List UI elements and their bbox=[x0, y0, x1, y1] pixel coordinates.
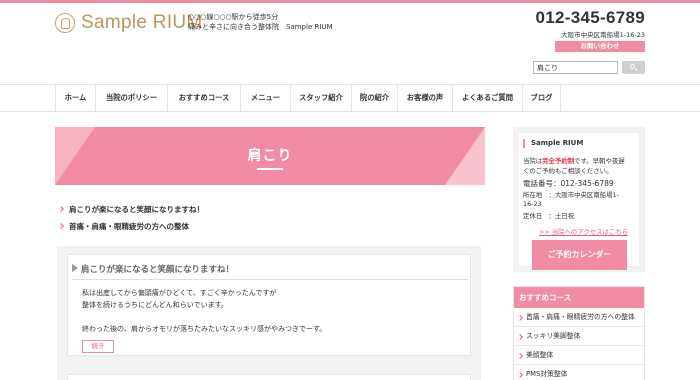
point-link-2[interactable]: 首痛・肩痛・眼精疲労の方への整体 bbox=[57, 218, 204, 235]
clinic-holiday: 定休日 ：土日祝 bbox=[523, 212, 575, 220]
recommend-item[interactable]: 首痛・肩痛・眼精疲労の方への整体 bbox=[514, 308, 644, 327]
top-accent-bar bbox=[0, 0, 700, 3]
nav-item-menu[interactable]: メニュー bbox=[241, 85, 291, 111]
clinic-address-1: 所在地 ：大阪市中央区南船場1- bbox=[523, 191, 619, 199]
nav-item-staff[interactable]: スタッフ紹介 bbox=[291, 85, 352, 111]
access-link[interactable]: >> 当院へのアクセスはこちら bbox=[539, 227, 628, 236]
nav-item-blog[interactable]: ブログ bbox=[523, 85, 561, 111]
search-icon bbox=[630, 64, 635, 69]
reservation-emphasis: 完全予約制 bbox=[542, 157, 575, 165]
recommend-item[interactable]: PMS対策整体 bbox=[514, 365, 644, 380]
nav-item-courses[interactable]: おすすめコース bbox=[168, 85, 241, 111]
article-card-next bbox=[67, 374, 471, 380]
tagline-line-1: ○○○線○○○駅から徒歩5分 bbox=[188, 13, 279, 21]
reservation-note-2: くのご予約もご相談ください。 bbox=[523, 167, 613, 175]
title-underline bbox=[257, 168, 283, 170]
nav-item-clinic[interactable]: 院の紹介 bbox=[352, 85, 398, 111]
nav-item-voices[interactable]: お客様の声 bbox=[398, 85, 453, 111]
search-button[interactable] bbox=[622, 61, 645, 74]
logo-text: Sample RIUM bbox=[81, 12, 203, 33]
global-nav: ホーム 当院のポリシー おすすめコース メニュー スタッフ紹介 院の紹介 お客様… bbox=[0, 84, 700, 112]
recommend-item[interactable]: 美顔整体 bbox=[514, 346, 644, 365]
header-address: 大阪市中央区南船場1-16-23 bbox=[561, 31, 645, 39]
nav-item-faq[interactable]: よくあるご質問 bbox=[453, 85, 523, 111]
reservation-calendar-button[interactable]: ご予約カレンダー bbox=[532, 240, 627, 270]
page-title-banner: 肩こり bbox=[55, 127, 485, 185]
divider bbox=[72, 279, 468, 280]
article-title: 肩こりが楽になると笑顔になりますね！ bbox=[72, 263, 234, 275]
point-list: 肩こりが楽になると笑顔になりますね！ 首痛・肩痛・眼精疲労の方への整体 bbox=[57, 201, 204, 235]
recommend-courses-box: おすすめコース 首痛・肩痛・眼精疲労の方への整体 スッキリ美脚整体 美顔整体 P… bbox=[513, 286, 645, 380]
reservation-note: 当院は完全予約制です。早朝や夜遅 bbox=[523, 157, 625, 165]
contact-button[interactable]: お問い合わせ bbox=[555, 41, 645, 52]
search-input[interactable] bbox=[533, 61, 618, 74]
recommend-title: おすすめコース bbox=[514, 287, 644, 308]
clinic-info-title: Sample RIUM bbox=[523, 139, 583, 148]
article-text-line-1: 私は出産してから偏頭痛がひどくて、すごく辛かったんですが bbox=[82, 289, 277, 297]
article-area: 肩こりが楽になると笑顔になりますね！ 私は出産してから偏頭痛がひどくて、すごく辛… bbox=[57, 246, 481, 380]
clinic-phone: 電話番号：012-345-6789 bbox=[523, 179, 614, 188]
nav-item-policy[interactable]: 当院のポリシー bbox=[96, 85, 168, 111]
point-link-1[interactable]: 肩こりが楽になると笑顔になりますね！ bbox=[57, 201, 204, 218]
article-card: 肩こりが楽になると笑顔になりますね！ 私は出産してから偏頭痛がひどくて、すごく辛… bbox=[67, 254, 471, 356]
tagline-line-2: 痛みと辛さに向き合う整体院 Sample RIUM bbox=[188, 23, 333, 31]
clinic-info-box: Sample RIUM 当院は完全予約制です。早朝や夜遅 くのご予約もご相談くだ… bbox=[513, 127, 645, 272]
page-title: 肩こり bbox=[247, 148, 293, 164]
site-logo[interactable]: Sample RIUM bbox=[55, 12, 203, 34]
logo-mark-icon bbox=[55, 13, 75, 33]
recommend-item[interactable]: スッキリ美脚整体 bbox=[514, 327, 644, 346]
header-phone: 012-345-6789 bbox=[535, 8, 645, 27]
nav-item-home[interactable]: ホーム bbox=[56, 85, 96, 111]
read-more-button[interactable]: 続き bbox=[82, 340, 114, 353]
article-text-line-3: 終わった後の、肩からオモリが落ちたみたいなスッキリ感がやみつきでーす。 bbox=[82, 325, 327, 333]
clinic-address-2: 16-23 bbox=[523, 200, 542, 208]
article-text-line-2: 整体を続けるうちにどんどん和らいでいます。 bbox=[82, 301, 228, 309]
triangle-icon bbox=[72, 264, 78, 272]
site-tagline: ○○○線○○○駅から徒歩5分 痛みと辛さに向き合う整体院 Sample RIUM bbox=[188, 12, 333, 32]
